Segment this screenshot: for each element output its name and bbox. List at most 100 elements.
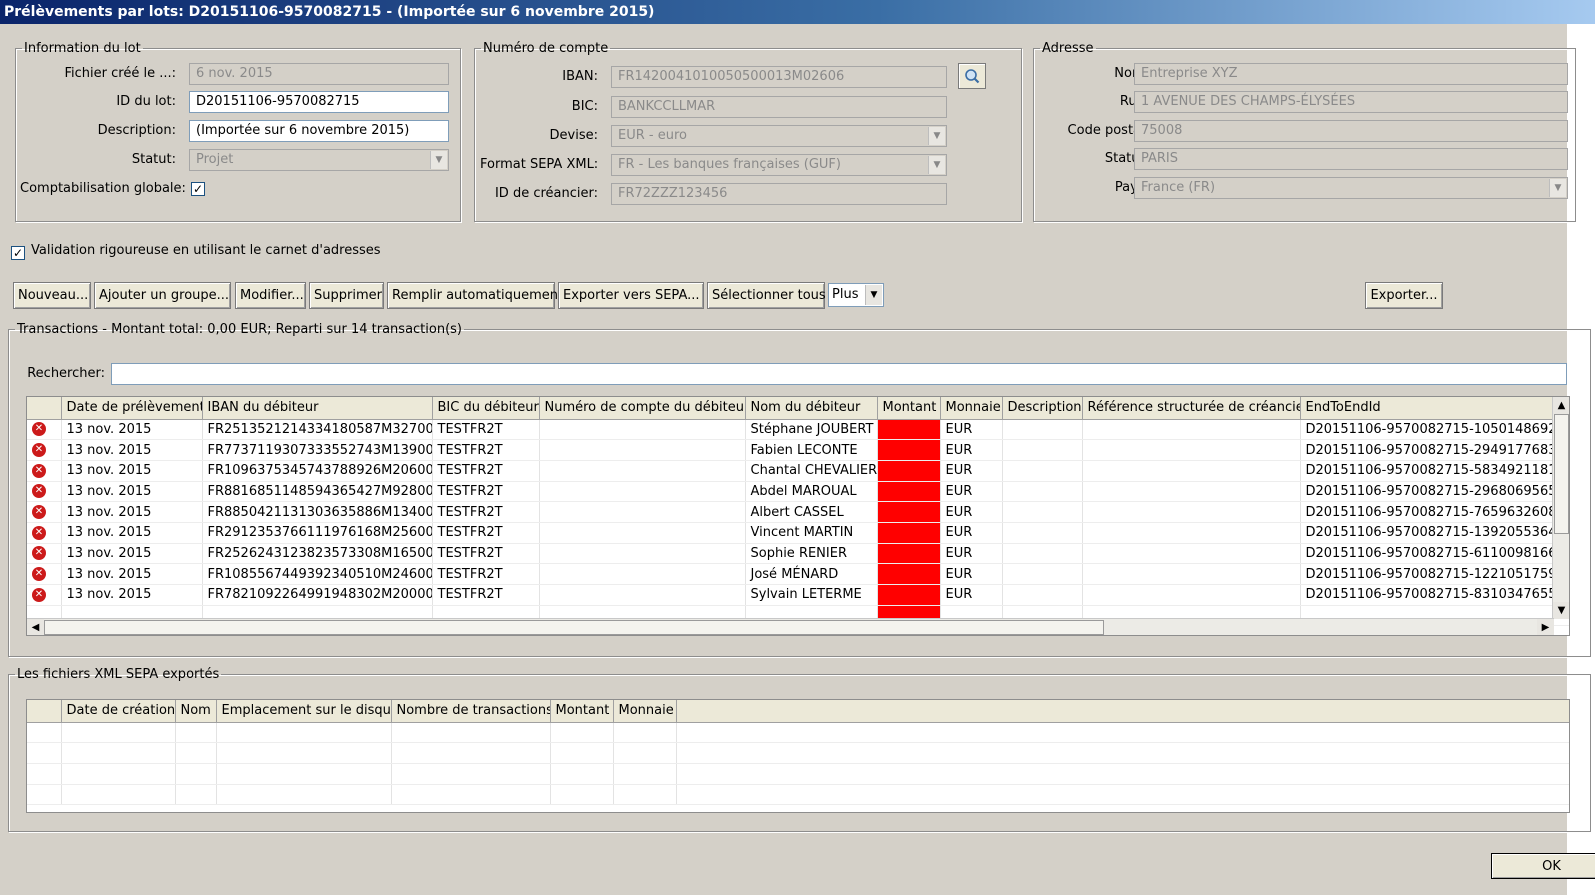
created-field[interactable]: 6 nov. 2015 <box>189 63 449 85</box>
modify-button[interactable]: Modifier... <box>235 282 306 309</box>
column-header[interactable]: Référence structurée de créancier <box>1082 397 1301 420</box>
search-input[interactable] <box>111 363 1567 385</box>
horizontal-scroll-thumb[interactable] <box>44 620 1104 635</box>
global-accounting-label: Comptabilisation globale: <box>20 181 186 196</box>
empty-cell <box>613 742 677 764</box>
e2e-cell: D20151106-9570082715-2968069565 <box>1300 481 1569 503</box>
column-header[interactable]: Date de prélèvement <box>61 397 203 420</box>
sepa-format-select[interactable]: FR - Les banques françaises (GUF) ▼ <box>611 154 947 176</box>
column-header[interactable]: Description <box>1002 397 1083 420</box>
creditor-id-field[interactable]: FR72ZZZ123456 <box>611 183 947 205</box>
ok-button[interactable]: OK <box>1491 853 1595 879</box>
currency-select[interactable]: EUR - euro ▼ <box>611 125 947 147</box>
table-row[interactable]: ✕ 13 nov. 2015 FR2526243123823573308M16500… <box>27 543 1569 565</box>
table-row[interactable]: ✕ 13 nov. 2015 FR1085567449392340510M24600… <box>27 563 1569 585</box>
table-row[interactable]: ✕ 13 nov. 2015 FR7737119307333552743M13900… <box>27 439 1569 461</box>
table-row[interactable]: ✕ 13 nov. 2015 FR7821092264991948302M20000… <box>27 584 1569 606</box>
iban-field[interactable]: FR1420041010050500013M02606 <box>611 66 947 88</box>
desc-cell <box>1002 584 1083 606</box>
bic-field[interactable]: BANKCCLLMAR <box>611 96 947 118</box>
scroll-left-icon[interactable]: ◀ <box>27 619 44 635</box>
chevron-down-icon[interactable]: ▼ <box>928 156 945 174</box>
add-group-button[interactable]: Ajouter un groupe... <box>94 282 231 309</box>
table-row[interactable]: ✕ 13 nov. 2015 FR2912353766111976168M25600… <box>27 522 1569 544</box>
amount-cell <box>877 543 941 565</box>
vertical-scroll-thumb[interactable] <box>1554 414 1569 534</box>
column-header[interactable] <box>27 700 62 723</box>
column-header[interactable]: Date de création <box>61 700 176 723</box>
ref-cell <box>1082 460 1301 482</box>
bic-label: BIC: <box>571 99 598 114</box>
strict-validation-checkbox[interactable]: ✓ <box>11 246 25 260</box>
date-cell: 13 nov. 2015 <box>61 543 203 565</box>
account-cell <box>539 460 746 482</box>
row-status-cell: ✕ <box>27 419 62 441</box>
ref-cell <box>1082 584 1301 606</box>
city-field[interactable]: PARIS <box>1134 148 1568 170</box>
scroll-right-icon[interactable]: ▶ <box>1537 619 1554 635</box>
amount-cell <box>877 563 941 585</box>
column-header[interactable]: Nom <box>175 700 217 723</box>
column-header[interactable]: Montant <box>877 397 941 420</box>
table-row <box>27 784 1569 806</box>
chevron-down-icon[interactable]: ▼ <box>1549 179 1566 197</box>
search-label: Rechercher: <box>27 366 105 381</box>
iban-label: IBAN: <box>562 69 598 84</box>
status-select[interactable]: Projet ▼ <box>189 149 449 171</box>
column-header[interactable]: Monnaie <box>613 700 677 723</box>
column-header[interactable]: Nombre de transactions <box>391 700 551 723</box>
country-select[interactable]: France (FR) ▼ <box>1134 177 1568 199</box>
description-field[interactable]: (Importée sur 6 novembre 2015) <box>189 120 449 142</box>
transactions-horizontal-scrollbar[interactable]: ◀ ▶ <box>27 618 1554 635</box>
chevron-down-icon[interactable]: ▼ <box>865 285 882 305</box>
export-sepa-button[interactable]: Exporter vers SEPA... <box>558 282 704 309</box>
sepa-format-label: Format SEPA XML: <box>480 157 599 172</box>
column-header[interactable]: Nom du débiteur <box>745 397 878 420</box>
global-accounting-checkbox[interactable]: ✓ <box>191 182 205 196</box>
iban-search-button[interactable] <box>958 63 986 89</box>
iban-cell: FR2526243123823573308M16500 <box>202 543 433 565</box>
currency-cell: EUR <box>940 481 1003 503</box>
currency-cell: EUR <box>940 439 1003 461</box>
amount-cell <box>877 439 941 461</box>
iban-cell: FR1085567449392340510M24600 <box>202 563 433 585</box>
select-all-button[interactable]: Sélectionner tous <box>707 282 826 309</box>
table-row[interactable]: ✕ 13 nov. 2015 FR1096375345743788926M20600… <box>27 460 1569 482</box>
column-header[interactable]: EndToEndId <box>1300 397 1569 420</box>
zip-field[interactable]: 75008 <box>1134 120 1568 142</box>
scroll-down-icon[interactable]: ▼ <box>1553 602 1569 619</box>
ref-cell <box>1082 501 1301 523</box>
row-status-cell: ✕ <box>27 563 62 585</box>
street-field[interactable]: 1 AVENUE DES CHAMPS-ÉLYSÉES <box>1134 91 1568 113</box>
column-header[interactable]: BIC du débiteur <box>432 397 540 420</box>
scroll-up-icon[interactable]: ▲ <box>1553 397 1569 414</box>
delete-button[interactable]: Supprimer <box>309 282 384 309</box>
empty-cell <box>676 763 1569 785</box>
bic-cell: TESTFR2T <box>432 439 540 461</box>
column-header[interactable]: Numéro de compte du débiteur <box>539 397 746 420</box>
name-cell: Chantal CHEVALIER <box>745 460 878 482</box>
chevron-down-icon[interactable]: ▼ <box>928 127 945 145</box>
new-button[interactable]: Nouveau... <box>13 282 91 309</box>
empty-cell <box>61 784 176 806</box>
error-icon: ✕ <box>32 567 46 582</box>
column-header[interactable]: Monnaie <box>940 397 1003 420</box>
account-cell <box>539 501 746 523</box>
chevron-down-icon[interactable]: ▼ <box>430 151 447 169</box>
column-header[interactable]: IBAN du débiteur <box>202 397 433 420</box>
transactions-vertical-scrollbar[interactable]: ▲ ▼ <box>1552 397 1569 619</box>
column-header[interactable]: Montant <box>550 700 614 723</box>
export-button[interactable]: Exporter... <box>1365 282 1443 309</box>
table-row[interactable]: ✕ 13 nov. 2015 FR8850421131303635886M13400… <box>27 501 1569 523</box>
more-select[interactable]: Plus ▼ <box>828 283 884 307</box>
table-row[interactable]: ✕ 13 nov. 2015 FR8816851148594365427M92800… <box>27 481 1569 503</box>
autofill-button[interactable]: Remplir automatiquement <box>387 282 563 309</box>
lot-id-field[interactable]: D20151106-9570082715 <box>189 91 449 113</box>
more-value: Plus <box>832 287 859 302</box>
table-row[interactable]: ✕ 13 nov. 2015 FR2513521214334180587M32700… <box>27 419 1569 441</box>
empty-cell <box>613 763 677 785</box>
address-name-field[interactable]: Entreprise XYZ <box>1134 63 1568 85</box>
column-header[interactable]: Emplacement sur le disque <box>216 700 392 723</box>
column-header[interactable] <box>27 397 62 420</box>
strict-validation-label: Validation rigoureuse en utilisant le ca… <box>31 243 381 258</box>
